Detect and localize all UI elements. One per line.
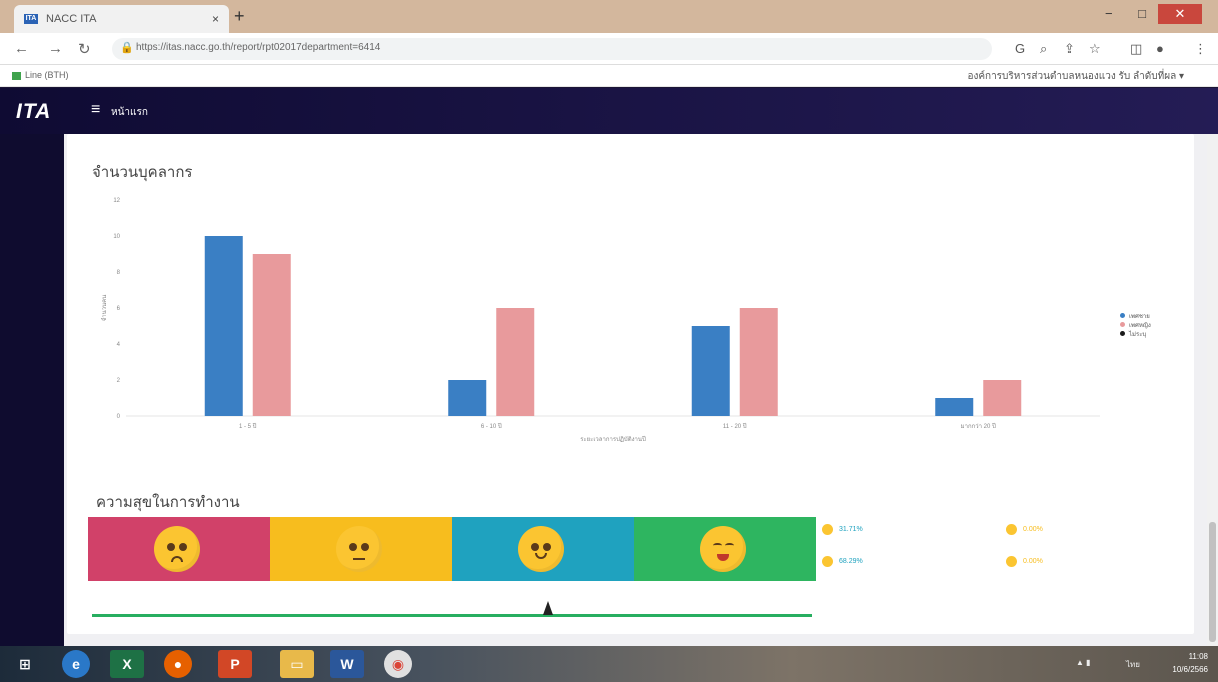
y-tick-label: 4 bbox=[117, 342, 121, 348]
bar-1-0 bbox=[252, 254, 291, 416]
happiness-stats: 31.71% 0.00% 68.29% 0.00% bbox=[822, 520, 1122, 576]
face-eye-right bbox=[725, 543, 734, 548]
legend-label: ไม่ระบุ bbox=[1129, 331, 1147, 338]
language-indicator[interactable]: ไทย bbox=[1126, 658, 1140, 671]
stat-value: 0.00% bbox=[1023, 526, 1043, 533]
happiness-meter-marker bbox=[543, 601, 553, 615]
neutral-face-icon bbox=[336, 526, 382, 572]
happiness-segment-very-happy bbox=[634, 517, 816, 581]
stat-item: 31.71% bbox=[822, 524, 863, 535]
bar-0-3 bbox=[935, 398, 974, 416]
legend-dot-icon bbox=[1120, 331, 1125, 336]
legend-dot-icon bbox=[1120, 313, 1125, 318]
x-tick-label: มากกว่า 20 ปี bbox=[961, 422, 996, 430]
x-axis-label: ระยะเวลาการปฏิบัติงานปี bbox=[580, 435, 646, 443]
happiness-segment-happy bbox=[452, 517, 634, 581]
bar-1-2 bbox=[739, 308, 778, 416]
mini-face-icon bbox=[822, 556, 833, 567]
word-icon[interactable]: W bbox=[330, 650, 364, 678]
excel-icon[interactable]: X bbox=[110, 650, 144, 678]
system-clock[interactable]: 11:08 10/6/2566 bbox=[1172, 650, 1208, 676]
clock-date: 10/6/2566 bbox=[1172, 665, 1208, 674]
stat-item: 68.29% bbox=[822, 556, 863, 567]
face-eye-left bbox=[349, 543, 357, 551]
face-eye-right bbox=[543, 543, 551, 551]
stat-value: 31.71% bbox=[839, 526, 863, 533]
bar-0-2 bbox=[691, 326, 730, 416]
x-tick-label: 1 - 5 ปี bbox=[239, 422, 257, 430]
bar-1-1 bbox=[496, 308, 535, 416]
face-eye-left bbox=[713, 543, 722, 548]
happy-face-icon bbox=[518, 526, 564, 572]
happiness-segment-neutral bbox=[270, 517, 452, 581]
x-tick-label: 6 - 10 ปี bbox=[481, 422, 502, 430]
stat-item: 0.00% bbox=[1006, 524, 1043, 535]
face-mouth bbox=[535, 553, 547, 559]
y-tick-label: 10 bbox=[113, 234, 120, 240]
happiness-bar bbox=[88, 517, 816, 581]
clock-time: 11:08 bbox=[1188, 652, 1208, 661]
start-icon[interactable]: ⊞ bbox=[8, 650, 42, 678]
x-tick-label: 11 - 20 ปี bbox=[723, 422, 747, 430]
face-eye-left bbox=[531, 543, 539, 551]
bar-0-1 bbox=[448, 380, 487, 416]
y-tick-label: 8 bbox=[117, 270, 121, 276]
powerpoint-icon[interactable]: P bbox=[218, 650, 252, 678]
face-eye-left bbox=[167, 543, 175, 551]
happiness-section-title: ความสุขในการทำงาน bbox=[96, 494, 240, 511]
face-mouth bbox=[717, 554, 729, 561]
y-tick-label: 12 bbox=[113, 198, 120, 204]
sad-face-icon bbox=[154, 526, 200, 572]
face-mouth bbox=[353, 558, 365, 560]
y-tick-label: 2 bbox=[117, 378, 121, 384]
mini-face-icon bbox=[822, 524, 833, 535]
stat-item: 0.00% bbox=[1006, 556, 1043, 567]
windows-taskbar: ⊞ e X ● P ▭ W ◉ ▲ ▮ ไทย 11:08 10/6/2566 bbox=[0, 646, 1218, 682]
very-happy-face-icon bbox=[700, 526, 746, 572]
chrome-icon[interactable]: ◉ bbox=[384, 650, 412, 678]
happiness-meter-line bbox=[92, 614, 812, 617]
face-eye-right bbox=[179, 543, 187, 551]
legend-dot-icon bbox=[1120, 322, 1125, 327]
mini-face-icon bbox=[1006, 556, 1017, 567]
firefox-icon[interactable]: ● bbox=[164, 650, 192, 678]
chart-legend: เพศชาย เพศหญิง ไม่ระบุ bbox=[1120, 311, 1151, 338]
y-tick-label: 0 bbox=[117, 414, 121, 420]
stat-value: 68.29% bbox=[839, 558, 863, 565]
happiness-segment-sad bbox=[88, 517, 270, 581]
legend-item[interactable]: ไม่ระบุ bbox=[1120, 329, 1151, 338]
face-mouth bbox=[171, 556, 183, 562]
network-icon[interactable]: ▲ ▮ bbox=[1076, 658, 1091, 667]
mini-face-icon bbox=[1006, 524, 1017, 535]
bar-0-0 bbox=[204, 236, 243, 416]
face-eye-right bbox=[361, 543, 369, 551]
bar-1-3 bbox=[983, 380, 1022, 416]
stat-value: 0.00% bbox=[1023, 558, 1043, 565]
y-tick-label: 6 bbox=[117, 306, 121, 312]
ie-icon[interactable]: e bbox=[62, 650, 90, 678]
explorer-icon[interactable]: ▭ bbox=[280, 650, 314, 678]
y-axis-label: จำนวนคน bbox=[101, 295, 108, 322]
